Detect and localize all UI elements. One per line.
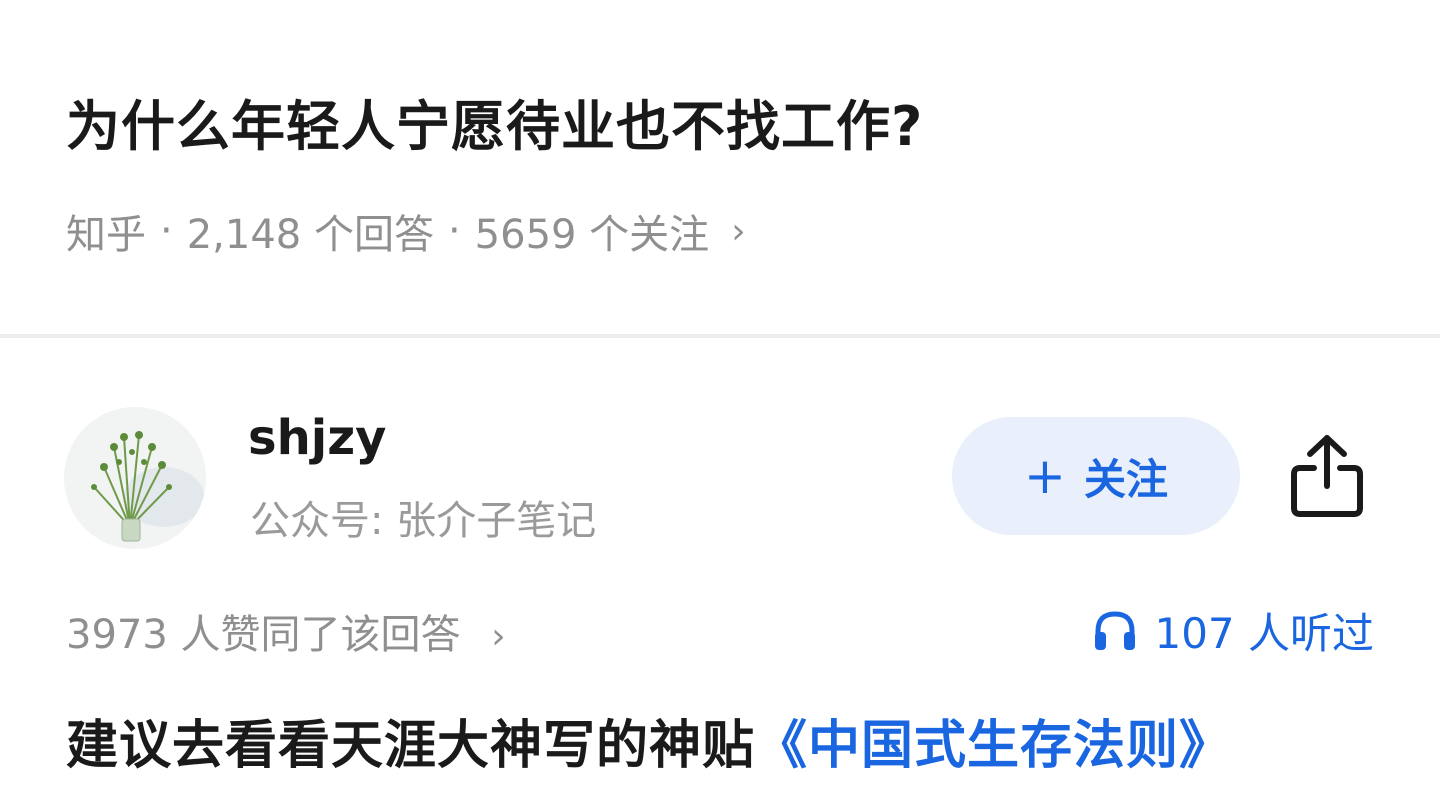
listen-info[interactable]: 107 人听过 bbox=[1092, 600, 1374, 661]
answer-body-link[interactable]: 《中国式生存法则》 bbox=[755, 716, 1232, 776]
follow-label: 关注 bbox=[1083, 454, 1168, 504]
author-name[interactable]: shjzy bbox=[248, 410, 386, 466]
share-icon bbox=[1291, 435, 1363, 517]
meta-separator: · bbox=[447, 208, 461, 254]
section-divider bbox=[0, 334, 1440, 338]
answer-body-text: 建议去看看天涯大神写的神贴 bbox=[66, 716, 756, 776]
chevron-right-icon: › bbox=[491, 616, 506, 657]
author-avatar[interactable] bbox=[64, 407, 206, 549]
plus-icon: + bbox=[1024, 447, 1066, 505]
question-meta[interactable]: 知乎 · 2,148 个回答 · 5659 个关注 › bbox=[66, 202, 746, 260]
source-label: 知乎 bbox=[66, 212, 146, 258]
listen-count: 107 人听过 bbox=[1154, 609, 1374, 658]
question-title: 为什么年轻人宁愿待业也不找工作? bbox=[66, 95, 924, 158]
share-button[interactable] bbox=[1286, 430, 1368, 520]
vote-count[interactable]: 3973 人赞同了该回答 › bbox=[66, 602, 506, 660]
chevron-right-icon: › bbox=[731, 210, 746, 252]
answer-count: 2,148 个回答 bbox=[186, 212, 434, 258]
follower-count: 5659 个关注 bbox=[474, 212, 710, 258]
answer-body: 建议去看看天涯大神写的神贴《中国式生存法则》 bbox=[66, 700, 1386, 792]
author-bio: 公众号: 张介子笔记 bbox=[250, 498, 597, 544]
headphones-icon bbox=[1095, 610, 1136, 650]
plant-avatar-image bbox=[64, 407, 206, 549]
follow-button[interactable]: + 关注 bbox=[952, 417, 1240, 535]
vote-count-label: 3973 人赞同了该回答 bbox=[66, 612, 461, 658]
meta-separator: · bbox=[160, 208, 173, 254]
